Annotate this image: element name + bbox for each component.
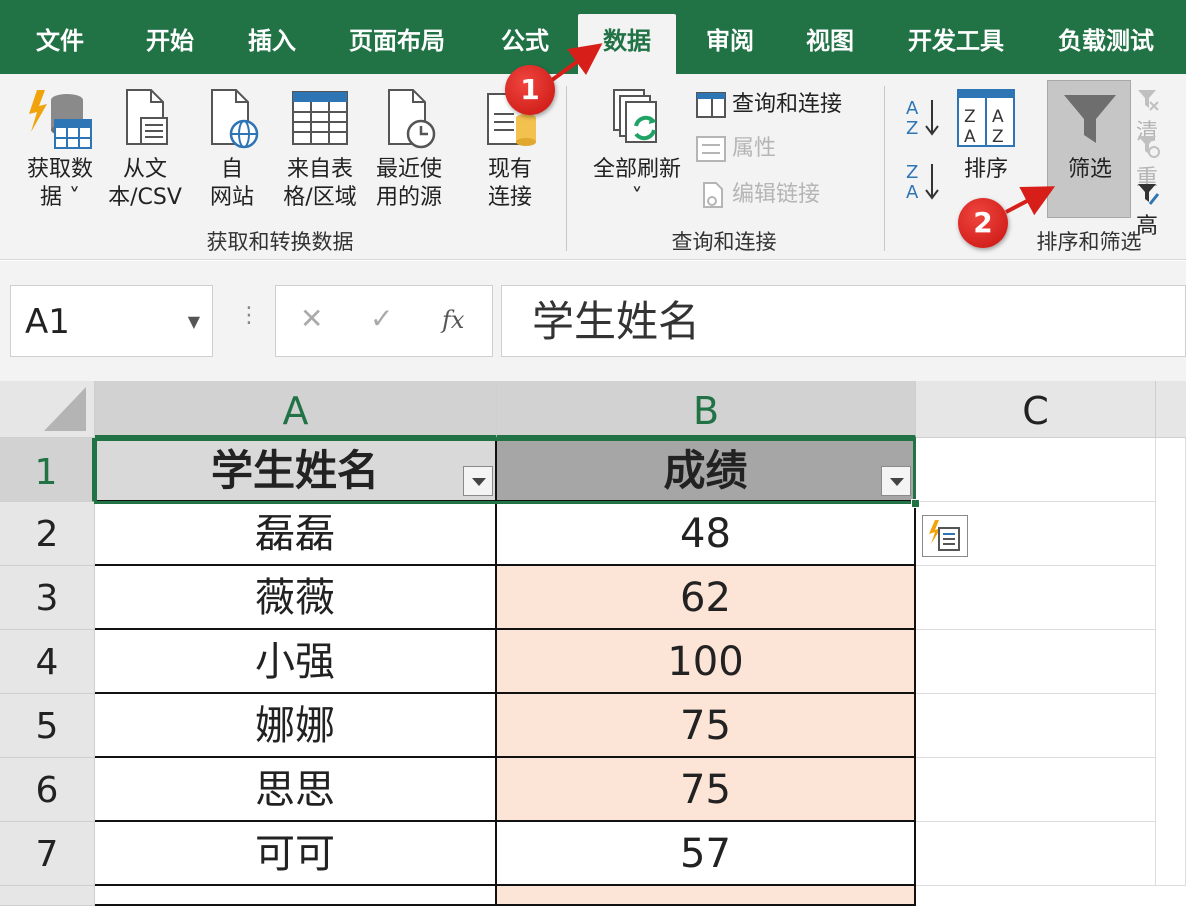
step-badge-2: 2 xyxy=(958,198,1008,248)
arrow-to-data-tab xyxy=(550,43,603,82)
arrow-to-filter xyxy=(1005,186,1056,216)
annotation-arrows xyxy=(550,43,1056,216)
step-badge-1: 1 xyxy=(505,65,555,115)
